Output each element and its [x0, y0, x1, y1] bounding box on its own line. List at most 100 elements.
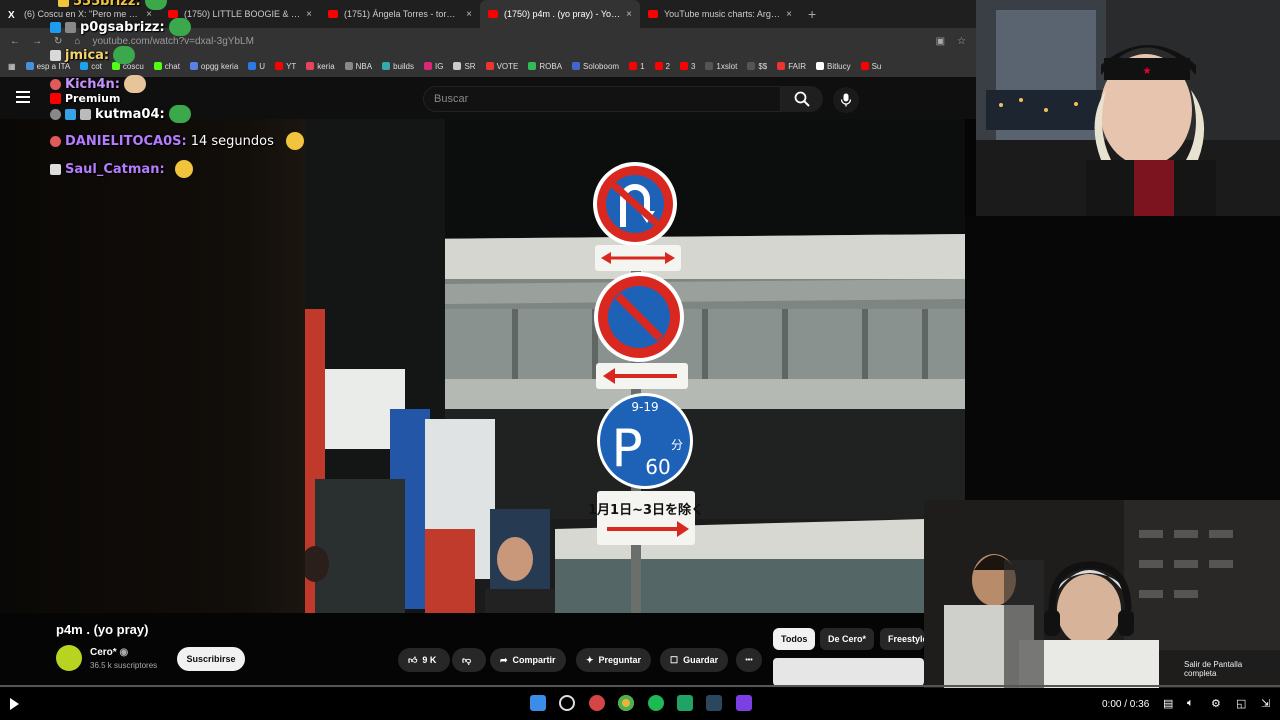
twitch-icon[interactable]: [736, 695, 752, 711]
more-actions-button[interactable]: •••: [736, 648, 762, 672]
pepe-emote-icon: [168, 18, 191, 36]
miniplayer-icon[interactable]: ◱: [1236, 697, 1246, 710]
bookmark-item[interactable]: Bitlucy: [816, 62, 851, 71]
chat-message: Premium: [50, 92, 120, 105]
close-icon[interactable]: ×: [306, 9, 312, 20]
video-progress-bar[interactable]: [0, 685, 1280, 687]
ask-button[interactable]: ✦ Preguntar: [576, 648, 652, 672]
bookmark-item[interactable]: $$: [747, 62, 767, 71]
video-player[interactable]: 9-19 P 60 分 1月1日~3日を除く: [305, 119, 965, 613]
bookmark-label: $$: [758, 61, 768, 71]
new-tab-button[interactable]: +: [800, 6, 824, 22]
bookmark-item[interactable]: U: [248, 62, 265, 71]
video-frame-scene: 9-19 P 60 分 1月1日~3日を除く: [305, 119, 965, 613]
steam-icon[interactable]: [706, 695, 722, 711]
captions-icon[interactable]: ▤: [1163, 697, 1173, 710]
chip-de-cero[interactable]: De Cero*: [820, 628, 875, 650]
bookmarks-bar: ▦ esp a ITA cot coscu chat opgg keria U …: [0, 55, 976, 77]
bookmark-item[interactable]: SR: [453, 62, 476, 71]
close-icon[interactable]: ×: [626, 9, 632, 20]
save-label: Guardar: [683, 655, 719, 665]
bookmark-item[interactable]: Soloboom: [572, 62, 619, 71]
spotify-icon[interactable]: [648, 695, 664, 711]
x-logo-icon: X: [8, 10, 15, 21]
parking-hours-label: 9-19: [631, 400, 658, 414]
save-button[interactable]: ☐ Guardar: [660, 648, 729, 672]
search-input[interactable]: Buscar: [423, 86, 781, 112]
tab-title: (1751) Ángela Torres - torpe (O: [344, 9, 461, 19]
like-button[interactable]: 👍︎ 9 K: [398, 648, 450, 672]
chip-freestyle[interactable]: Freestyle: [880, 628, 924, 650]
excel-icon[interactable]: [677, 695, 693, 711]
time-display: 0:00 / 0:36: [1102, 699, 1150, 710]
dislike-button[interactable]: 👎︎: [452, 648, 486, 672]
hand-emote-icon: [174, 160, 193, 178]
back-arrow-icon[interactable]: ←: [10, 36, 20, 47]
bookmark-item[interactable]: FAIR: [777, 62, 806, 71]
chrome-icon[interactable]: [618, 695, 634, 711]
bookmark-item[interactable]: chat: [153, 62, 180, 71]
chat-message: 555brizz:: [58, 0, 167, 10]
play-icon[interactable]: [10, 698, 19, 710]
fullscreen-tooltip: Salir de Pantalla completa: [1178, 660, 1280, 678]
share-icon: ➦: [500, 654, 508, 665]
taskbar-app-icon[interactable]: [589, 695, 605, 711]
chat-username: jmica:: [65, 47, 110, 63]
close-icon[interactable]: ×: [466, 9, 472, 20]
bookmark-item[interactable]: 2: [654, 61, 670, 71]
right-empty-area: [965, 216, 1280, 500]
chat-username: DANIELITOCA0S:: [65, 133, 187, 149]
bookmark-item[interactable]: 1xslot: [705, 62, 737, 71]
apps-grid-icon[interactable]: ▦: [8, 62, 16, 71]
bookmark-label: FAIR: [788, 61, 807, 71]
bookmark-item[interactable]: builds: [382, 62, 414, 71]
settings-gear-icon[interactable]: ⚙: [1211, 697, 1221, 710]
chat-message: kutma04:: [50, 105, 191, 123]
bookmark-item[interactable]: 1: [629, 62, 645, 71]
tab-music-charts[interactable]: YouTube music charts: Argent ×: [640, 0, 800, 28]
search-button[interactable]: [781, 86, 823, 112]
tab-title: YouTube music charts: Argent: [664, 9, 781, 19]
bookmark-item[interactable]: Su: [860, 61, 882, 71]
bookmark-item[interactable]: IG: [424, 62, 443, 71]
bookmark-item[interactable]: VOTE: [485, 61, 519, 71]
taskbar-search-icon[interactable]: [559, 695, 575, 711]
bookmark-item[interactable]: YT: [275, 62, 296, 71]
close-icon[interactable]: ×: [786, 9, 792, 20]
bookmark-item[interactable]: keria: [306, 62, 335, 71]
subscribe-button[interactable]: Suscribirse: [177, 647, 245, 671]
chip-todos[interactable]: Todos: [773, 628, 816, 650]
hamburger-menu-icon[interactable]: [16, 91, 30, 103]
video-title: p4m . (yo pray): [56, 622, 149, 637]
exit-fullscreen-icon[interactable]: ⇲: [1261, 697, 1270, 710]
windows-start-icon[interactable]: [530, 695, 546, 711]
bookmark-label: Su: [871, 61, 882, 71]
channel-name[interactable]: Cero* ◉: [90, 647, 128, 658]
recommended-thumbnail[interactable]: [773, 658, 924, 686]
face-emote-icon: [124, 75, 146, 93]
chat-username: 555brizz:: [73, 0, 141, 9]
bookmark-item[interactable]: 3: [679, 62, 695, 71]
bookmark-label: U: [259, 61, 266, 71]
thumbs-down-icon: 👎︎: [462, 654, 472, 665]
volume-icon[interactable]: 🔈︎: [1187, 697, 1194, 710]
tab-angela-torres[interactable]: (1751) Ángela Torres - torpe (O ×: [320, 0, 480, 28]
voice-search-button[interactable]: [833, 87, 859, 113]
bookmark-label: 2: [665, 61, 670, 71]
webcam-room-scene: [924, 500, 1280, 720]
url-field[interactable]: youtube.com/watch?v=dxal-3gYbLM: [92, 36, 923, 47]
microphone-icon: [840, 93, 852, 107]
bookmark-item[interactable]: opgg keria: [189, 62, 238, 71]
bookmark-item[interactable]: NBA: [344, 62, 372, 71]
forward-arrow-icon[interactable]: →: [32, 36, 42, 47]
bookmark-item[interactable]: ROBA: [528, 62, 562, 71]
youtube-premium-icon: [50, 93, 61, 104]
bookmark-star-icon[interactable]: ☆: [957, 36, 966, 47]
bookmark-label: VOTE: [496, 61, 519, 71]
hand-emote-icon: [285, 132, 304, 150]
channel-avatar[interactable]: [56, 645, 82, 671]
tab-p4m-active[interactable]: (1750) p4m . (yo pray) - YouTub ×: [480, 0, 640, 28]
chat-username: Saul_Catman:: [65, 161, 165, 177]
install-app-icon[interactable]: ▣: [936, 36, 945, 47]
share-button[interactable]: ➦ Compartir: [490, 648, 566, 672]
